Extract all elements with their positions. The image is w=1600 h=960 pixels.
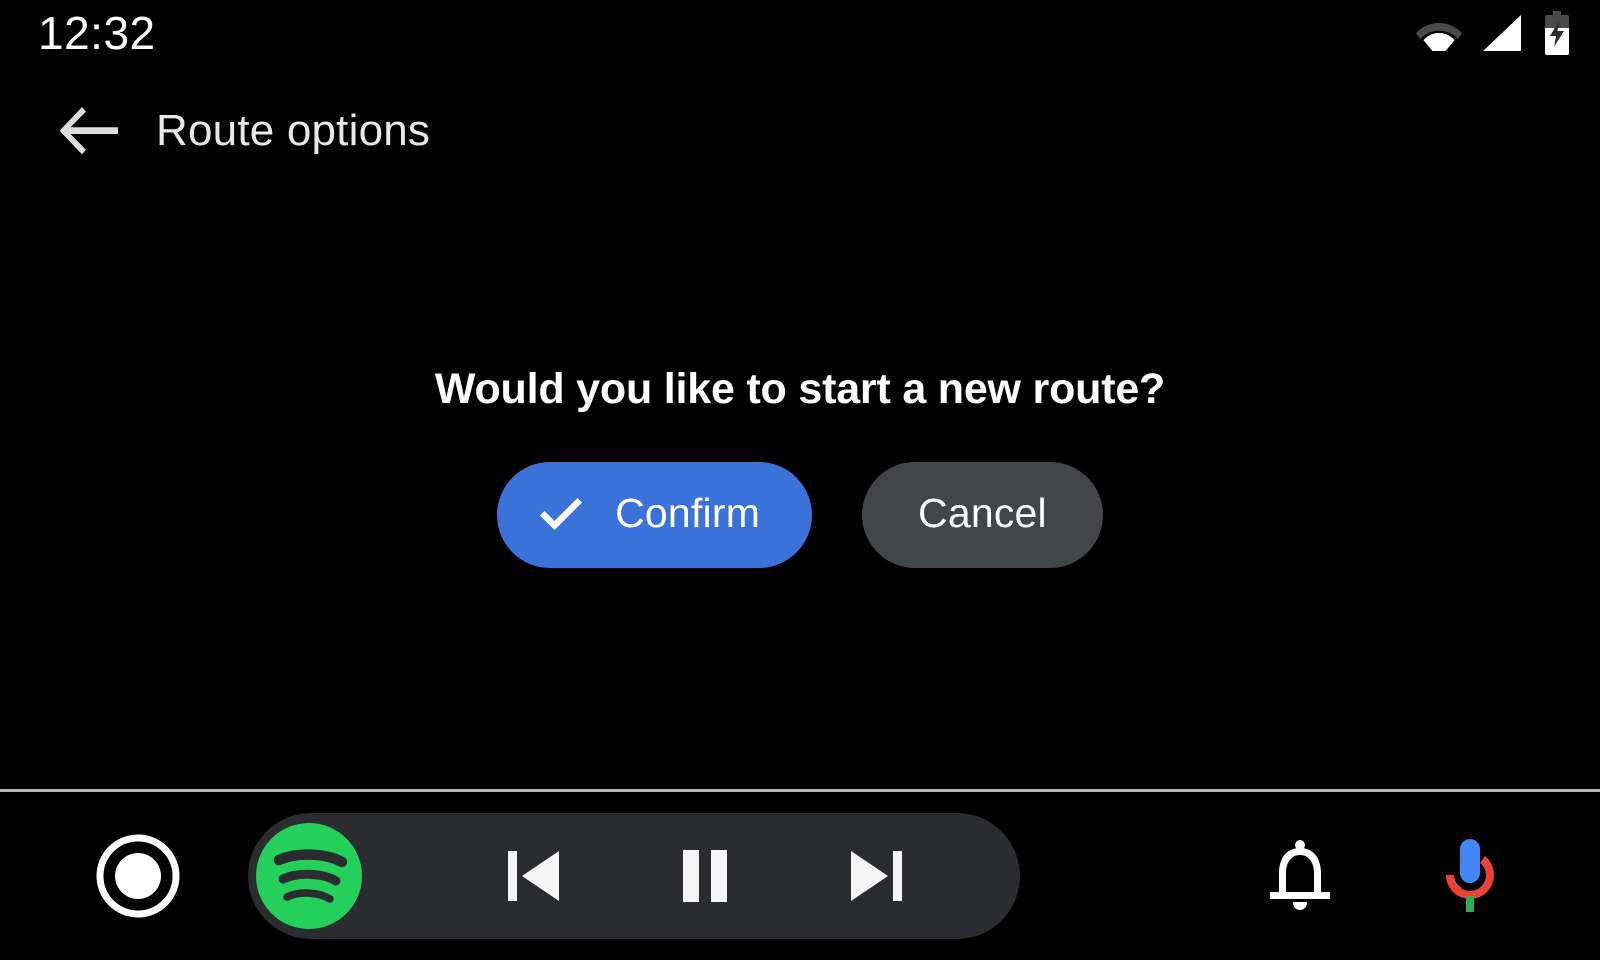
notifications-button[interactable] (1256, 832, 1344, 920)
skip-next-button[interactable] (828, 828, 924, 924)
status-bar: 12:32 (0, 0, 1600, 66)
cancel-button[interactable]: Cancel (862, 462, 1103, 568)
skip-previous-icon (507, 851, 559, 901)
bell-icon (1270, 840, 1330, 910)
page-title: Route options (156, 106, 431, 155)
route-confirmation-dialog: Would you like to start a new route? Con… (435, 365, 1165, 568)
pause-button[interactable] (657, 828, 753, 924)
app-bar: Route options (0, 86, 1600, 176)
nav-right-group (1256, 832, 1600, 920)
status-bar-clock: 12:32 (38, 7, 156, 59)
wifi-icon (1416, 23, 1462, 51)
confirm-button[interactable]: Confirm (497, 462, 813, 568)
dialog-message: Would you like to start a new route? (434, 365, 1166, 413)
back-button[interactable] (58, 100, 120, 162)
dialog-actions: Confirm Cancel (497, 462, 1103, 568)
cellular-signal-icon (1483, 15, 1521, 51)
cancel-button-label: Cancel (918, 489, 1047, 536)
spotify-icon (256, 823, 362, 929)
home-button[interactable] (84, 822, 192, 930)
android-auto-screen: 12:32 Route options Would you like to st… (0, 0, 1600, 960)
media-pill (248, 813, 1020, 939)
pause-icon (682, 850, 727, 902)
skip-next-icon (851, 851, 903, 901)
battery-charging-icon (1545, 11, 1569, 55)
status-bar-icons (1416, 11, 1572, 55)
confirm-button-label: Confirm (615, 489, 761, 536)
media-app-button[interactable] (244, 811, 374, 941)
skip-previous-button[interactable] (486, 828, 582, 924)
check-icon (540, 498, 583, 530)
home-circle-icon (96, 834, 180, 918)
main-content: Would you like to start a new route? Con… (0, 176, 1600, 789)
assistant-button[interactable] (1426, 832, 1514, 920)
google-assistant-mic-icon (1446, 839, 1495, 912)
media-controls (448, 828, 1020, 924)
bottom-nav-bar (0, 792, 1600, 960)
arrow-left-icon (59, 107, 118, 155)
